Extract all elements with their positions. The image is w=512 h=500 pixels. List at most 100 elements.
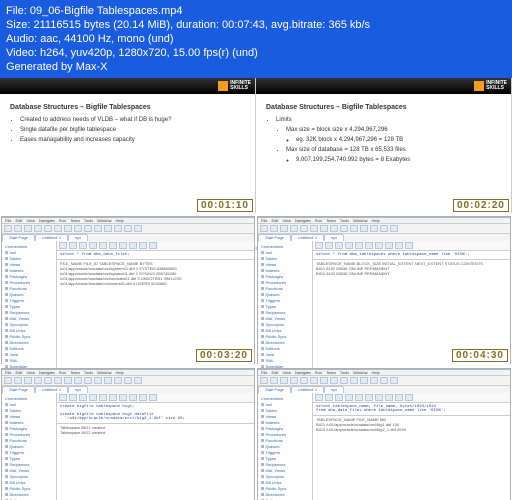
toolbar-button[interactable] xyxy=(64,225,72,232)
menu-item[interactable]: Edit xyxy=(271,218,278,223)
tree-node[interactable]: ⊞ DB Links xyxy=(5,328,53,333)
tree-node[interactable]: Connections xyxy=(5,396,53,401)
tree-node[interactable]: ⊞ Mat. Views xyxy=(261,316,309,321)
run-button[interactable] xyxy=(315,242,323,249)
main-toolbar[interactable] xyxy=(2,224,254,234)
menu-item[interactable]: Window xyxy=(97,218,111,223)
toolbar-button[interactable] xyxy=(84,225,92,232)
tree-node[interactable]: ⊞ Sequences xyxy=(261,462,309,467)
toolbar-button[interactable] xyxy=(320,225,328,232)
run-button[interactable] xyxy=(59,394,67,401)
run-button[interactable] xyxy=(345,242,353,249)
tree-node[interactable]: ⊞ Types xyxy=(5,304,53,309)
run-button[interactable] xyxy=(365,394,373,401)
worksheet-toolbar[interactable] xyxy=(57,393,254,403)
run-button[interactable] xyxy=(405,394,413,401)
menu-item[interactable]: File xyxy=(261,370,267,375)
toolbar-button[interactable] xyxy=(360,377,368,384)
toolbar-button[interactable] xyxy=(290,377,298,384)
run-button[interactable] xyxy=(315,394,323,401)
run-button[interactable] xyxy=(325,242,333,249)
tree-node[interactable]: ⊞ Packages xyxy=(261,274,309,279)
tree-node[interactable]: ⊞ Functions xyxy=(5,438,53,443)
toolbar-button[interactable] xyxy=(124,225,132,232)
sql-editor[interactable]: select tablespace_name, file_name, bytes… xyxy=(313,403,510,415)
tree-node[interactable]: ⊞ Views xyxy=(261,262,309,267)
run-button[interactable] xyxy=(59,242,67,249)
tree-node[interactable]: ⊞ Public Syns xyxy=(5,334,53,339)
tree-node[interactable]: ⊞ Triggers xyxy=(5,298,53,303)
toolbar-button[interactable] xyxy=(14,377,22,384)
tree-node[interactable]: ⊞ Packages xyxy=(261,426,309,431)
tree-node[interactable]: ⊞ orcl xyxy=(261,402,309,407)
tree-node[interactable]: ⊞ Procedures xyxy=(261,432,309,437)
toolbar-button[interactable] xyxy=(74,225,82,232)
tree-node[interactable]: ⊞ Sequences xyxy=(5,462,53,467)
toolbar-button[interactable] xyxy=(300,377,308,384)
sql-editor[interactable]: select * from dba_data_files; xyxy=(57,251,254,259)
tree-node[interactable]: ⊞ Directories xyxy=(5,340,53,345)
toolbar-button[interactable] xyxy=(24,225,32,232)
toolbar-button[interactable] xyxy=(370,225,378,232)
menu-item[interactable]: Team xyxy=(70,218,80,223)
toolbar-button[interactable] xyxy=(390,225,398,232)
menu-item[interactable]: Navigate xyxy=(39,370,55,375)
tab[interactable]: Untitled1 × xyxy=(35,234,68,241)
tree-node[interactable]: ⊞ Triggers xyxy=(5,450,53,455)
tree-node[interactable]: ⊞ Mat. Views xyxy=(5,316,53,321)
tree-node[interactable]: ⊞ Tables xyxy=(5,408,53,413)
main-toolbar[interactable] xyxy=(2,376,254,386)
tree-node[interactable]: ⊞ DB Links xyxy=(261,328,309,333)
menu-item[interactable]: Run xyxy=(59,370,66,375)
results-grid[interactable]: TABLESPACE_NAME FILE_NAME MBBIG1 /u01/ap… xyxy=(313,415,510,500)
tree-node[interactable]: ⊞ Mat. Views xyxy=(261,468,309,473)
tree-node[interactable]: ⊞ Directories xyxy=(5,492,53,497)
tree-node[interactable]: ⊞ Public Syns xyxy=(261,486,309,491)
toolbar-button[interactable] xyxy=(104,225,112,232)
tree-node[interactable]: ⊞ Synonyms xyxy=(261,474,309,479)
menu-item[interactable]: File xyxy=(5,370,11,375)
menu-item[interactable]: Navigate xyxy=(295,370,311,375)
run-button[interactable] xyxy=(79,394,87,401)
tree-node[interactable]: ⊞ Indexes xyxy=(261,420,309,425)
worksheet-toolbar[interactable] xyxy=(57,241,254,251)
run-button[interactable] xyxy=(385,394,393,401)
run-button[interactable] xyxy=(365,242,373,249)
toolbar-button[interactable] xyxy=(330,377,338,384)
menu-item[interactable]: Run xyxy=(315,218,322,223)
tree-node[interactable]: ⊞ Directories xyxy=(261,492,309,497)
tree-node[interactable]: ⊞ Functions xyxy=(261,286,309,291)
tree-node[interactable]: ⊞ Synonyms xyxy=(5,322,53,327)
run-button[interactable] xyxy=(395,394,403,401)
menu-item[interactable]: View xyxy=(26,370,35,375)
toolbar-button[interactable] xyxy=(84,377,92,384)
tree-node[interactable]: ⊞ Views xyxy=(261,414,309,419)
tree-node[interactable]: ⊞ Tables xyxy=(5,256,53,261)
run-button[interactable] xyxy=(355,394,363,401)
toolbar-button[interactable] xyxy=(310,225,318,232)
toolbar-button[interactable] xyxy=(34,377,42,384)
toolbar-button[interactable] xyxy=(320,377,328,384)
results-grid[interactable]: FILE_NAME FILE_ID TABLESPACE_NAME BYTES/… xyxy=(57,259,254,384)
worksheet-toolbar[interactable] xyxy=(313,241,510,251)
results-grid[interactable]: Tablespace BIG1 created.Tablespace BIG2 … xyxy=(57,423,254,500)
tab[interactable]: Untitled1 × xyxy=(35,386,68,393)
tree-node[interactable]: ⊞ Indexes xyxy=(5,420,53,425)
toolbar-button[interactable] xyxy=(350,225,358,232)
menu-item[interactable]: Tools xyxy=(84,370,93,375)
menu-item[interactable]: Navigate xyxy=(295,218,311,223)
tree-node[interactable]: ⊞ Synonyms xyxy=(261,322,309,327)
menu-item[interactable]: Edit xyxy=(271,370,278,375)
run-button[interactable] xyxy=(139,394,147,401)
toolbar-button[interactable] xyxy=(280,225,288,232)
toolbar-button[interactable] xyxy=(310,377,318,384)
tree-node[interactable]: ⊞ DB Links xyxy=(261,480,309,485)
tree-node[interactable]: ⊞ Queues xyxy=(261,292,309,297)
toolbar-button[interactable] xyxy=(350,377,358,384)
tree-node[interactable]: ⊞ Types xyxy=(261,456,309,461)
tree-node[interactable]: ⊞ Public Syns xyxy=(5,486,53,491)
toolbar-button[interactable] xyxy=(124,377,132,384)
tree-node[interactable]: ⊞ Indexes xyxy=(261,268,309,273)
toolbar-button[interactable] xyxy=(94,377,102,384)
run-button[interactable] xyxy=(325,394,333,401)
